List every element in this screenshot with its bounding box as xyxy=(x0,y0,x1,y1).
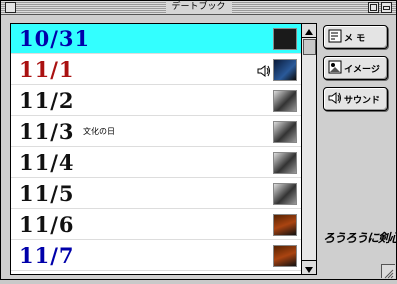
date-book-window: デートブック 10/31 11/1 11/2 11/3 文化の日 11/4 11/5 11/6… xyxy=(0,0,397,280)
date-label: 11/6 xyxy=(19,212,75,237)
date-label: 11/1 xyxy=(19,57,75,82)
date-label: 11/4 xyxy=(19,150,75,175)
date-row[interactable]: 11/5 xyxy=(11,179,301,209)
thumbnail-image[interactable] xyxy=(273,90,297,112)
scroll-down-arrow[interactable] xyxy=(302,260,316,274)
memo-button[interactable]: メ モ xyxy=(323,25,388,49)
zoom-box[interactable] xyxy=(368,2,379,13)
date-label: 11/3 xyxy=(19,119,75,144)
holiday-note: 文化の日 xyxy=(83,127,115,136)
thumbnail-image[interactable] xyxy=(273,152,297,174)
date-list-frame: 10/31 11/1 11/2 11/3 文化の日 11/4 11/5 11/6 11/7 xyxy=(10,23,317,275)
resize-grip[interactable] xyxy=(381,264,395,279)
close-box[interactable] xyxy=(5,2,16,13)
rurouni-kenshin-logo: ろうろうに剣心 xyxy=(323,231,397,245)
thumbnail-image[interactable] xyxy=(273,59,297,81)
memo-button-label: メ モ xyxy=(344,34,366,44)
date-row[interactable]: 11/7 xyxy=(11,241,301,271)
date-row[interactable]: 10/31 xyxy=(11,24,301,54)
date-label: 11/2 xyxy=(19,88,75,113)
sound-button[interactable]: サウンド xyxy=(323,87,388,111)
thumbnail-image[interactable] xyxy=(273,183,297,205)
date-row[interactable]: 11/1 xyxy=(11,55,301,85)
scroll-up-arrow[interactable] xyxy=(302,24,316,38)
date-label: 11/5 xyxy=(19,181,75,206)
vertical-scrollbar[interactable] xyxy=(301,24,316,274)
date-label: 10/31 xyxy=(19,26,91,51)
thumbnail-image[interactable] xyxy=(273,121,297,143)
date-row[interactable]: 11/2 xyxy=(11,86,301,116)
thumbnail-image[interactable] xyxy=(273,214,297,236)
memo-icon xyxy=(328,29,342,43)
scroll-thumb[interactable] xyxy=(303,39,316,55)
date-label: 11/7 xyxy=(19,243,75,268)
image-button[interactable]: イメージ xyxy=(323,56,388,80)
speaker-icon xyxy=(328,91,342,105)
speaker-icon[interactable] xyxy=(257,63,271,77)
date-row[interactable]: 11/6 xyxy=(11,210,301,240)
title-bar[interactable]: デートブック xyxy=(1,1,396,15)
sound-button-label: サウンド xyxy=(344,96,381,106)
window-title: デートブック xyxy=(165,1,232,14)
date-row[interactable]: 11/4 xyxy=(11,148,301,178)
thumbnail-image[interactable] xyxy=(273,245,297,267)
image-button-label: イメージ xyxy=(344,65,380,75)
image-icon xyxy=(328,60,342,74)
collapse-box[interactable] xyxy=(381,2,392,13)
thumbnail-image[interactable] xyxy=(273,28,297,50)
date-row[interactable]: 11/3 文化の日 xyxy=(11,117,301,147)
date-list: 10/31 11/1 11/2 11/3 文化の日 11/4 11/5 11/6 11/7 xyxy=(11,24,301,274)
